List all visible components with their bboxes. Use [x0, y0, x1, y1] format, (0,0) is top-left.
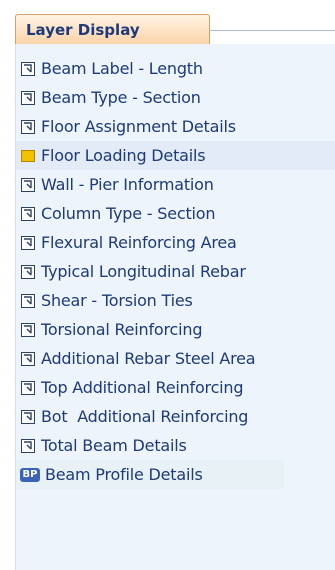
layer-toggle-icon — [20, 235, 36, 251]
layer-toggle-icon — [20, 351, 36, 367]
layer-toggle-icon — [20, 119, 36, 135]
layer-toggle-icon — [20, 438, 36, 454]
layer-toggle-icon — [20, 206, 36, 222]
layer-item-shear-torsion-ties[interactable]: Shear - Torsion Ties — [16, 286, 335, 315]
tab-divider — [210, 30, 335, 31]
layer-toggle-icon — [20, 264, 36, 280]
layer-item-floor-assignment-details[interactable]: Floor Assignment Details — [16, 112, 335, 141]
layer-toggle-icon — [20, 61, 36, 77]
layer-item-beam-type-section[interactable]: Beam Type - Section — [16, 83, 335, 112]
layer-item-label: Beam Label - Length — [41, 59, 203, 78]
layer-item-label: Beam Type - Section — [41, 88, 201, 107]
layer-item-column-type-section[interactable]: Column Type - Section — [16, 199, 335, 228]
layer-list: Beam Label - Length Beam Type - Section … — [16, 54, 335, 489]
layer-item-beam-label-length[interactable]: Beam Label - Length — [16, 54, 335, 83]
layer-item-flexural-reinforcing-area[interactable]: Flexural Reinforcing Area — [16, 228, 335, 257]
layer-item-label: Wall - Pier Information — [41, 175, 214, 194]
layer-panel: Beam Label - Length Beam Type - Section … — [15, 44, 335, 570]
layer-item-label: Top Additional Reinforcing — [41, 378, 244, 397]
layer-toggle-icon — [20, 90, 36, 106]
layer-active-icon — [20, 148, 36, 164]
layer-display-tab[interactable]: Layer Display — [15, 14, 210, 44]
layer-item-label: Flexural Reinforcing Area — [41, 233, 237, 252]
layer-item-label: Beam Profile Details — [45, 465, 203, 484]
layer-toggle-icon — [20, 322, 36, 338]
layer-item-beam-profile-details[interactable]: BP Beam Profile Details — [16, 460, 284, 489]
layer-toggle-icon — [20, 177, 36, 193]
layer-item-torsional-reinforcing[interactable]: Torsional Reinforcing — [16, 315, 335, 344]
layer-item-label: Torsional Reinforcing — [41, 320, 203, 339]
layer-item-total-beam-details[interactable]: Total Beam Details — [16, 431, 335, 460]
layer-item-label: Floor Loading Details — [41, 146, 206, 165]
layer-item-label: Additional Rebar Steel Area — [41, 349, 256, 368]
beam-profile-icon: BP — [20, 467, 40, 482]
layer-item-label: Total Beam Details — [41, 436, 187, 455]
layer-item-top-additional-reinforcing[interactable]: Top Additional Reinforcing — [16, 373, 335, 402]
layer-toggle-icon — [20, 409, 36, 425]
layer-item-wall-pier-information[interactable]: Wall - Pier Information — [16, 170, 335, 199]
layer-item-bot-additional-reinforcing[interactable]: Bot Additional Reinforcing — [16, 402, 335, 431]
layer-item-label: Floor Assignment Details — [41, 117, 236, 136]
layer-toggle-icon — [20, 380, 36, 396]
layer-item-label: Shear - Torsion Ties — [41, 291, 193, 310]
layer-toggle-icon — [20, 293, 36, 309]
layer-display-tab-label: Layer Display — [26, 21, 140, 39]
layer-item-additional-rebar-steel-area[interactable]: Additional Rebar Steel Area — [16, 344, 335, 373]
layer-item-label: Bot Additional Reinforcing — [41, 407, 249, 426]
layer-item-floor-loading-details[interactable]: Floor Loading Details — [16, 141, 335, 170]
layer-item-label: Typical Longitudinal Rebar — [41, 262, 246, 281]
layer-item-typical-longitudinal-rebar[interactable]: Typical Longitudinal Rebar — [16, 257, 335, 286]
layer-item-label: Column Type - Section — [41, 204, 216, 223]
